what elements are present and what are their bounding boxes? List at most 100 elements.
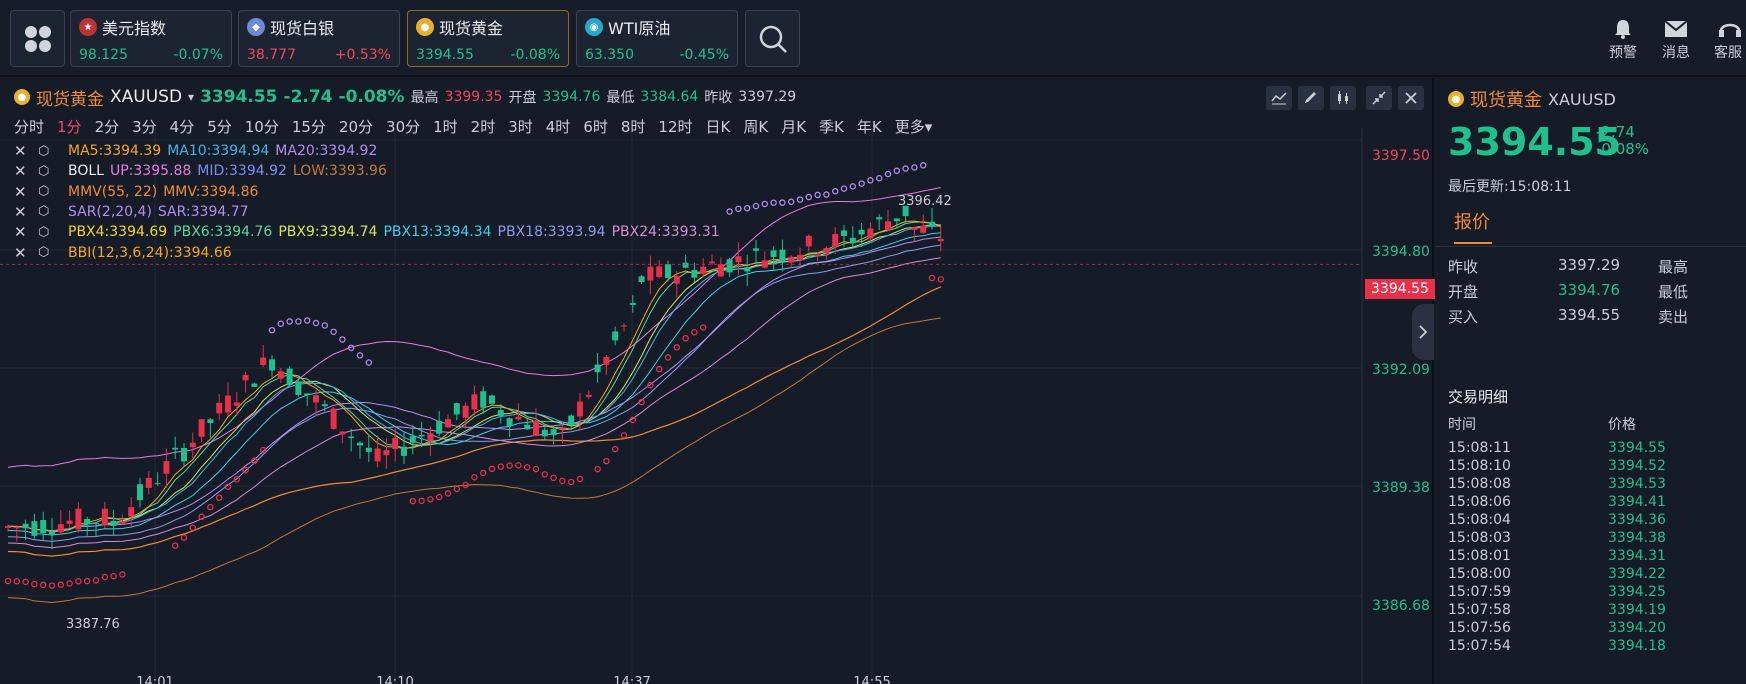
period-20[interactable]: 季K (819, 116, 844, 137)
collapse-button[interactable] (1366, 86, 1392, 110)
top-bar: ★ 美元指数 98.125 -0.07% ◆ 现货白银 38.777 +0.53% ● 现… (0, 0, 1746, 77)
indicator-value: PBX9:3394.74 (278, 224, 378, 241)
period-7[interactable]: 15分 (292, 116, 326, 137)
settings-icon[interactable]: ⬡ (38, 164, 54, 179)
sar-dot (902, 165, 909, 172)
trade-row: 15:08:01 3394.31 (1448, 548, 1728, 564)
sar-dot (356, 352, 364, 359)
period-1[interactable]: 1分 (57, 116, 82, 137)
close-icon[interactable]: ✕ (14, 183, 30, 201)
period-2[interactable]: 2分 (95, 116, 120, 137)
candle-body (849, 237, 856, 244)
tab-quote[interactable]: 报价 (1454, 208, 1490, 234)
sar-dot (180, 534, 188, 541)
message-button[interactable]: 消息 (1651, 16, 1701, 62)
period-0[interactable]: 分时 (14, 116, 44, 137)
period-8[interactable]: 20分 (339, 116, 373, 137)
service-button[interactable]: 客服 (1706, 16, 1746, 62)
period-16[interactable]: 12时 (658, 116, 692, 137)
y-tick: 3386.68 (1372, 598, 1430, 614)
candle-body (911, 227, 918, 230)
draw-button[interactable] (1298, 86, 1324, 110)
close-icon[interactable]: ✕ (14, 142, 30, 160)
ticker-name: 现货黄金 (439, 19, 504, 38)
sar-dot (567, 478, 575, 486)
message-label: 消息 (1662, 45, 1690, 61)
period-9[interactable]: 30分 (386, 116, 420, 137)
sar-dot (418, 497, 425, 505)
period-5[interactable]: 5分 (207, 116, 232, 137)
indicator-button[interactable] (1266, 86, 1292, 110)
period-21[interactable]: 年K (857, 116, 882, 137)
candle-body (709, 261, 715, 264)
close-icon[interactable]: ✕ (14, 203, 30, 221)
search-button[interactable] (745, 10, 800, 67)
line-chart-icon (1271, 92, 1287, 105)
period-18[interactable]: 周K (743, 116, 768, 137)
grid-icon (24, 25, 51, 52)
period-17[interactable]: 日K (706, 116, 731, 137)
period-6[interactable]: 10分 (245, 116, 279, 137)
chart-symbol-code[interactable]: XAUUSD (110, 87, 182, 107)
ticker-silver[interactable]: ◆ 现货白银 38.777 +0.53% (238, 10, 400, 67)
period-22[interactable]: 更多▾ (895, 116, 933, 137)
ticker-gold[interactable]: ● 现货黄金 3394.55 -0.08% (407, 10, 569, 67)
menu-grid-button[interactable] (10, 10, 65, 67)
chevron-right-icon (1419, 325, 1428, 339)
sar-dot (365, 359, 373, 366)
trade-time: 15:08:08 (1448, 476, 1511, 492)
settings-icon[interactable]: ⬡ (38, 225, 54, 240)
x-tick: 14:37 (613, 675, 650, 684)
candle-body (128, 507, 135, 517)
us-flag-icon: ★ (79, 18, 97, 36)
period-11[interactable]: 2时 (471, 116, 496, 137)
sar-dot (471, 474, 478, 481)
settings-icon[interactable]: ⬡ (38, 144, 54, 159)
trade-time: 15:07:59 (1448, 584, 1511, 600)
close-button[interactable] (1398, 86, 1424, 110)
close-icon[interactable]: ✕ (14, 244, 30, 262)
trade-price: 3394.41 (1608, 494, 1666, 510)
trade-time: 15:08:06 (1448, 494, 1511, 510)
period-10[interactable]: 1时 (433, 116, 458, 137)
period-4[interactable]: 4分 (170, 116, 195, 137)
candle-body (84, 518, 91, 525)
period-13[interactable]: 4时 (546, 116, 571, 137)
expand-panel-button[interactable] (1412, 304, 1434, 360)
period-3[interactable]: 3分 (132, 116, 157, 137)
settings-icon[interactable]: ⬡ (38, 245, 54, 260)
chart-change-pct: -0.08% (338, 87, 405, 107)
prev-value: 3397.29 (738, 89, 797, 105)
ticker-wti-oil[interactable]: ◉ WTI原油 63.350 -0.45% (576, 10, 738, 67)
period-15[interactable]: 8时 (621, 116, 646, 137)
close-icon[interactable]: ✕ (14, 223, 30, 241)
y-tick: 3389.38 (1372, 480, 1430, 496)
sar-dot (823, 191, 830, 198)
close-icon[interactable]: ✕ (14, 162, 30, 180)
candle-body (594, 364, 601, 373)
period-14[interactable]: 6时 (583, 116, 608, 137)
candle-body (726, 259, 733, 273)
sar-dot (884, 170, 892, 178)
alert-button[interactable]: 预警 (1598, 16, 1648, 62)
indicator-value: MMV(55, 22) (68, 183, 158, 200)
candle-body (101, 508, 108, 526)
candle-body (445, 419, 451, 428)
candle-body (75, 508, 82, 530)
period-12[interactable]: 3时 (508, 116, 533, 137)
candle-body (638, 276, 645, 283)
sar-dot (770, 199, 777, 206)
trade-row: 15:08:03 3394.38 (1448, 530, 1728, 546)
trade-price: 3394.22 (1608, 566, 1666, 582)
candle-body (568, 415, 575, 426)
candle-body (453, 403, 460, 415)
candle-type-button[interactable] (1330, 86, 1356, 110)
quote-label: 最低 (1658, 283, 1689, 301)
settings-icon[interactable]: ⬡ (38, 204, 54, 219)
ticker-usd-index[interactable]: ★ 美元指数 98.125 -0.07% (70, 10, 232, 67)
period-19[interactable]: 月K (781, 116, 806, 137)
candle-body (409, 436, 416, 443)
sar-dot (726, 208, 733, 215)
chevron-down-icon[interactable]: ▾ (188, 90, 194, 104)
settings-icon[interactable]: ⬡ (38, 184, 54, 199)
